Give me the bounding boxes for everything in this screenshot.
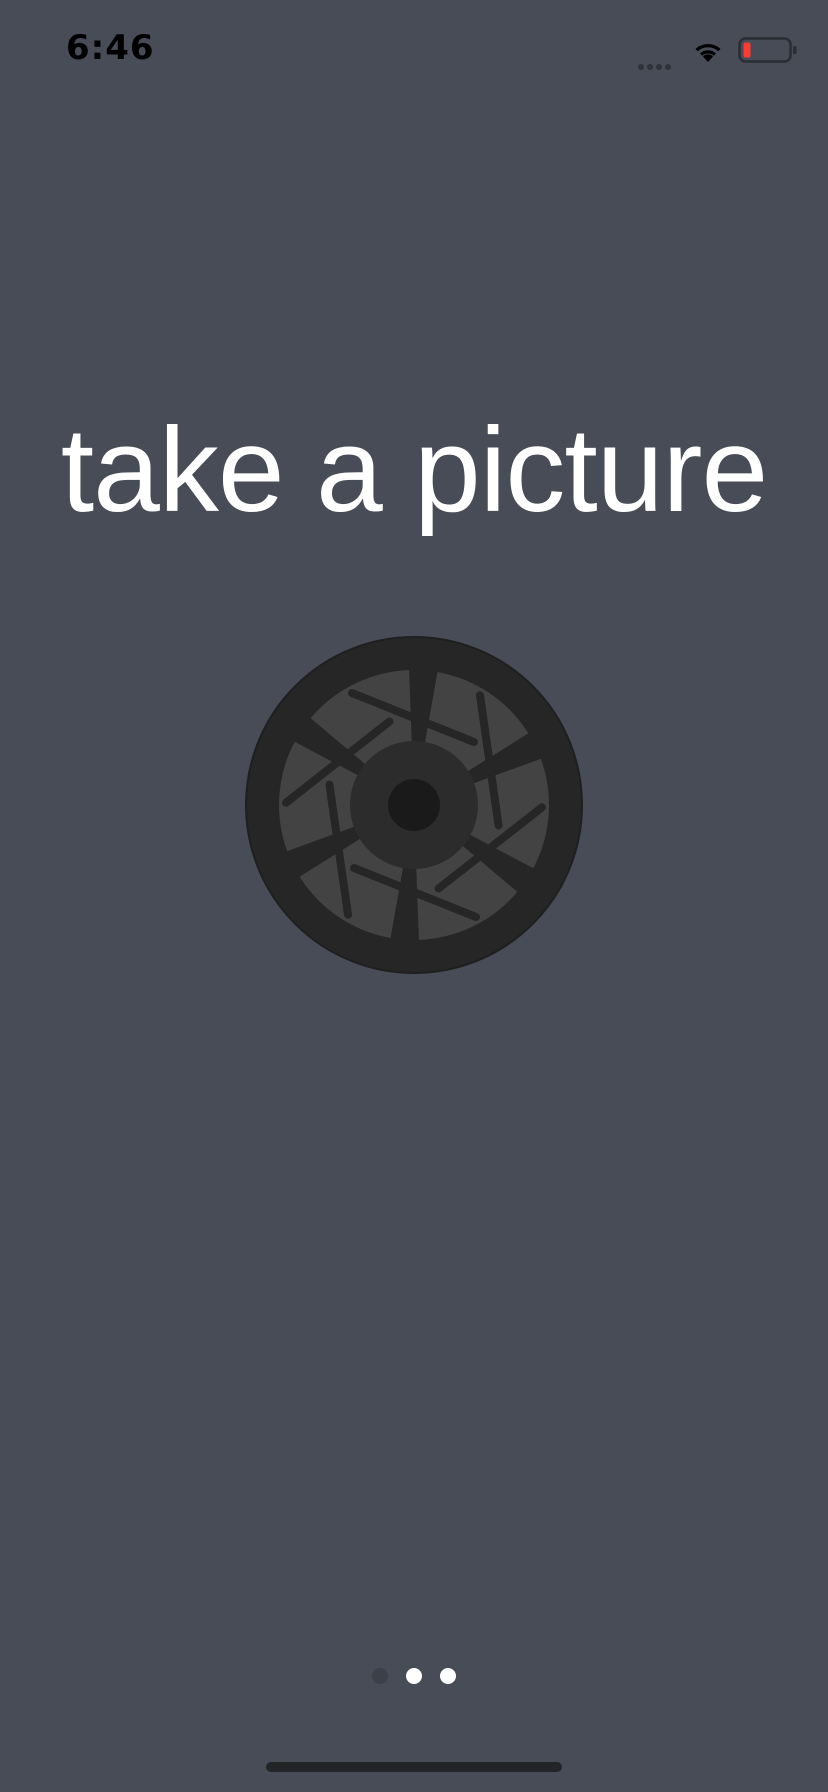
signal-dots-icon — [638, 55, 678, 70]
wifi-icon — [695, 43, 721, 62]
status-time: 6:46 — [66, 28, 155, 68]
page-dot-1[interactable] — [372, 1668, 388, 1684]
page-dot-2[interactable] — [406, 1668, 422, 1684]
onboarding-title: take a picture — [60, 403, 768, 537]
camera-aperture-icon — [245, 636, 583, 974]
status-bar: 6:46 — [0, 0, 828, 100]
page-control[interactable] — [0, 1666, 828, 1686]
home-indicator[interactable] — [266, 1762, 562, 1772]
status-icons — [638, 34, 798, 70]
page-dot-3[interactable] — [440, 1668, 456, 1684]
battery-low-icon — [738, 37, 797, 63]
